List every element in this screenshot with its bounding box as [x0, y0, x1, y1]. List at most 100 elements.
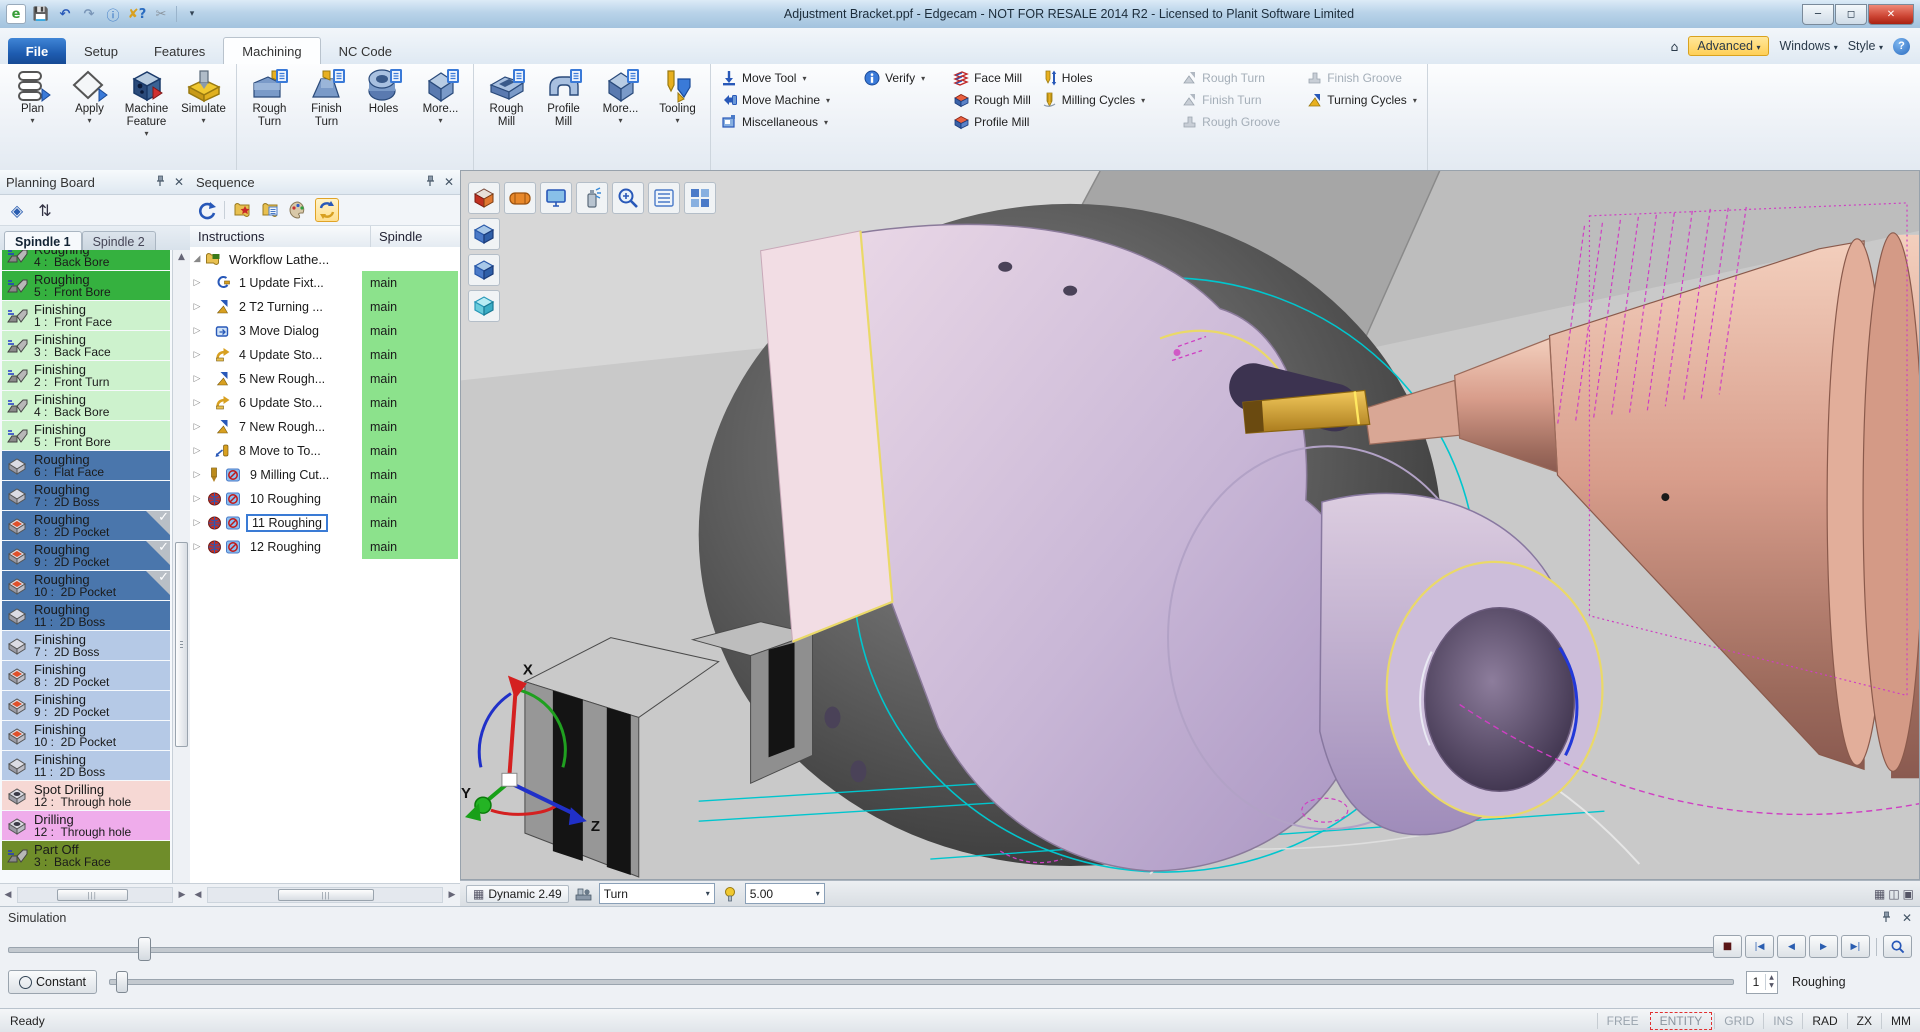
context-help-icon[interactable]: ✘?	[128, 5, 146, 23]
finish-turn-button[interactable]: FinishTurn	[298, 66, 355, 172]
sequence-row[interactable]: ▷8 Move to To...main	[190, 439, 460, 463]
sequence-row[interactable]: ▷4 Update Sto...main	[190, 343, 460, 367]
redo-icon[interactable]: ↷	[80, 5, 98, 23]
regenerate-icon[interactable]	[196, 199, 218, 221]
planning-item[interactable]: Finishing5 : Front Bore	[2, 421, 170, 450]
coolant-display-icon[interactable]	[576, 182, 608, 214]
view-mode-button[interactable]: ▦Dynamic 2.49	[466, 885, 569, 903]
style-menu[interactable]: Style ▾	[1848, 39, 1883, 53]
move-machine-button[interactable]: Move Machine▾	[721, 92, 830, 108]
about-icon[interactable]: ⓘ	[104, 5, 122, 23]
planning-item[interactable]: Roughing7 : 2D Boss	[2, 481, 170, 510]
planning-item[interactable]: Roughing5 : Front Bore	[2, 271, 170, 300]
face-mill-button[interactable]: Face Mill	[953, 70, 1031, 86]
speed-slider[interactable]	[109, 979, 1734, 985]
rough-turn-button[interactable]: RoughTurn	[241, 66, 298, 172]
planning-item[interactable]: Roughing6 : Flat Face	[2, 451, 170, 480]
rough-mill-button[interactable]: RoughMill	[478, 66, 535, 172]
turning-cycles-button[interactable]: Turning Cycles▾	[1306, 92, 1417, 108]
play-button[interactable]: ▶	[1809, 935, 1838, 958]
windows-menu[interactable]: Windows ▾	[1779, 39, 1837, 53]
toggle-mm[interactable]: MM	[1881, 1013, 1920, 1029]
rough-groove-button[interactable]: Rough Groove	[1181, 114, 1280, 130]
toggle-free[interactable]: FREE	[1597, 1013, 1648, 1029]
sequence-row[interactable]: ▷6 Update Sto...main	[190, 391, 460, 415]
expand-icon[interactable]: ▷	[190, 494, 204, 504]
planning-item[interactable]: Roughing4 : Back Bore	[2, 250, 170, 270]
planning-item[interactable]: Finishing2 : Front Turn	[2, 361, 170, 390]
planning-item[interactable]: Roughing10 : 2D Pocket✓	[2, 571, 170, 600]
more-turning-button[interactable]: More...▾	[412, 66, 469, 172]
tab-features[interactable]: Features	[136, 38, 223, 64]
simulate-button[interactable]: Simulate▾	[175, 66, 232, 172]
shaded-view-icon[interactable]	[468, 254, 500, 286]
planning-vertical-scrollbar[interactable]: ▲	[172, 250, 190, 884]
planning-flip-icon[interactable]: ◈	[6, 199, 28, 221]
simulation-progress-slider[interactable]	[8, 937, 1730, 961]
stop-button[interactable]: ■	[1713, 935, 1742, 958]
planning-item[interactable]: Drilling12 : Through hole	[2, 811, 170, 840]
sequence-row[interactable]: ▷3 Move Dialogmain	[190, 319, 460, 343]
close-panel-icon[interactable]: ✕	[1902, 911, 1912, 925]
synchronise-icon[interactable]	[315, 198, 339, 222]
expand-icon[interactable]: ▷	[190, 422, 204, 432]
multi-view-icon[interactable]	[684, 182, 716, 214]
planning-horizontal-scrollbar[interactable]: ◀ ||| ▶	[0, 883, 190, 906]
planning-item[interactable]: Finishing9 : 2D Pocket	[2, 691, 170, 720]
spin-down-icon[interactable]: ▼	[1766, 982, 1777, 990]
sequence-row[interactable]: ▷10 Roughingmain	[190, 487, 460, 511]
minimize-button[interactable]: ─	[1802, 4, 1834, 25]
toggle-grid[interactable]: GRID	[1714, 1013, 1763, 1029]
plan-button[interactable]: Plan▾	[4, 66, 61, 172]
viewport-3d-scene[interactable]: X Y Z	[460, 170, 1920, 880]
planning-sort-icon[interactable]: ⇅	[34, 199, 56, 221]
column-instructions[interactable]: Instructions	[190, 226, 371, 249]
analyze-button[interactable]	[1883, 935, 1912, 958]
expand-icon[interactable]: ▷	[190, 326, 204, 336]
undo-icon[interactable]: ↶	[56, 5, 74, 23]
planning-item[interactable]: Finishing10 : 2D Pocket	[2, 721, 170, 750]
expand-icon[interactable]: ▷	[190, 350, 204, 360]
planning-item[interactable]: Roughing8 : 2D Pocket✓	[2, 511, 170, 540]
move-tool-button[interactable]: Move Tool▾	[721, 70, 830, 86]
sequence-row[interactable]: ▷12 Roughingmain	[190, 535, 460, 559]
single-window-icon[interactable]: ▣	[1903, 887, 1914, 901]
planning-item[interactable]: Finishing3 : Back Face	[2, 331, 170, 360]
view-select[interactable]: Turn▾	[599, 883, 715, 904]
sequence-row-selected[interactable]: ▷11 Roughingmain	[190, 511, 460, 535]
holes-cycle-button[interactable]: Holes	[1041, 70, 1145, 86]
progress-thumb[interactable]	[138, 937, 151, 961]
scrollbar-thumb[interactable]	[175, 542, 188, 747]
toggle-entity[interactable]: ENTITY	[1650, 1012, 1713, 1030]
simulate-view-icon[interactable]	[468, 182, 500, 214]
planning-item[interactable]: Finishing7 : 2D Boss	[2, 631, 170, 660]
step-back-button[interactable]: |◀	[1745, 935, 1774, 958]
tab-nc-code[interactable]: NC Code	[321, 38, 410, 64]
planning-item[interactable]: Finishing11 : 2D Boss	[2, 751, 170, 780]
profile-mill-cycle-button[interactable]: Profile Mill	[953, 114, 1031, 130]
cut-icon[interactable]: ✂	[152, 5, 170, 23]
rough-mill-cycle-button[interactable]: Rough Mill	[953, 92, 1031, 108]
toggle-rad[interactable]: RAD	[1802, 1013, 1846, 1029]
tab-setup[interactable]: Setup	[66, 38, 136, 64]
toggle-zx[interactable]: ZX	[1847, 1013, 1881, 1029]
miscellaneous-button[interactable]: Miscellaneous▾	[721, 114, 830, 130]
tab-file[interactable]: File	[8, 38, 66, 64]
pin-icon[interactable]	[424, 175, 436, 187]
edgecam-logo-icon[interactable]: e	[6, 4, 26, 24]
home-icon[interactable]: ⌂	[1670, 39, 1678, 54]
play-back-button[interactable]: ◀	[1777, 935, 1806, 958]
planning-item[interactable]: Finishing1 : Front Face	[2, 301, 170, 330]
finish-groove-button[interactable]: Finish Groove	[1306, 70, 1417, 86]
customize-qat-icon[interactable]: ▾	[183, 5, 201, 23]
help-icon[interactable]: ?	[1893, 38, 1910, 55]
planning-item[interactable]: Roughing11 : 2D Boss	[2, 601, 170, 630]
more-mill-button[interactable]: More...▾	[592, 66, 649, 172]
translucent-view-icon[interactable]	[468, 290, 500, 322]
verify-button[interactable]: Verify▾	[864, 70, 925, 86]
expand-icon[interactable]: ▷	[190, 374, 204, 384]
step-forward-button[interactable]: ▶|	[1841, 935, 1870, 958]
sequence-horizontal-scrollbar[interactable]: ◀ ||| ▶	[190, 883, 460, 906]
expand-icon[interactable]: ▷	[190, 542, 204, 552]
sequence-root-row[interactable]: ◢Workflow Lathe...	[190, 247, 460, 271]
